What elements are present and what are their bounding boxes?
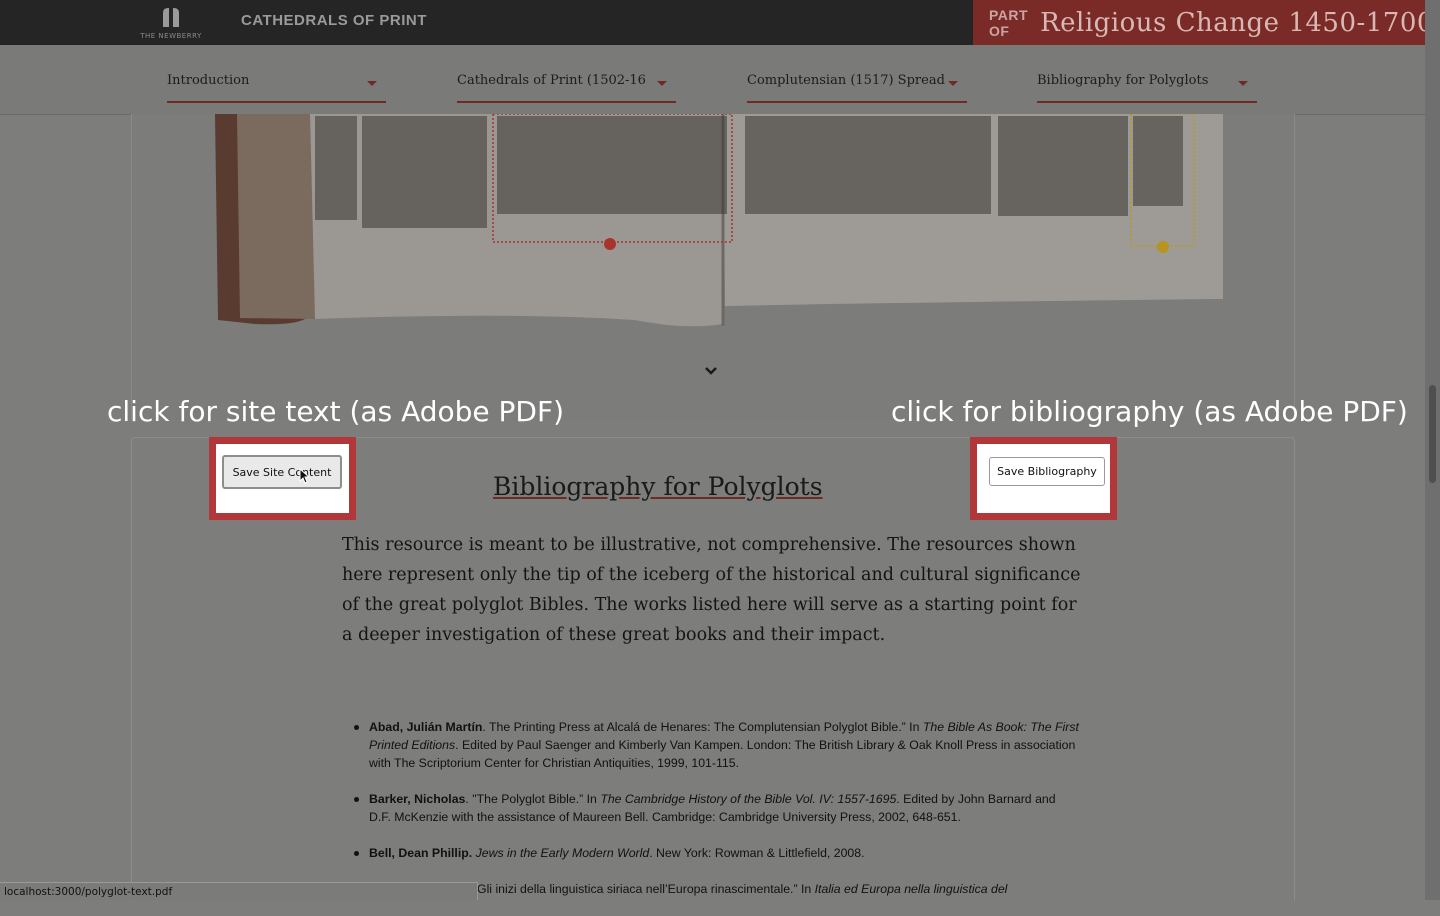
caret-down-icon [1238,81,1248,86]
scrollbar-thumb[interactable] [1429,385,1436,483]
bibliography-caption: click for bibliography (as Adobe PDF) [891,395,1408,428]
logo-text: THE NEWBERRY [140,32,202,40]
nav-dropdown-label: Bibliography for Polyglots [1037,73,1209,88]
entry-author: Abad, Julián Martín [369,720,483,734]
entry-text: . "The Polyglot Bible.” In [465,792,601,806]
entry-text: . The Printing Press at Alcalá de Henare… [482,720,923,734]
banner-prefix: PART OF [989,6,1029,39]
newberry-logo[interactable]: THE NEWBERRY [137,6,205,42]
entry-title: The Cambridge History of the Bible Vol. … [600,792,897,806]
mouse-cursor-icon [299,468,309,484]
entry-title: Italia ed Europa nella linguistica del [814,882,1008,896]
bibliography-entry: Abad, Julián Martín. The Printing Press … [342,718,1080,772]
bibliography-entry: Barker, Nicholas. "The Polyglot Bible.” … [342,790,1080,826]
caret-down-icon [657,81,667,86]
nav-dropdown-complutensian[interactable]: Complutensian (1517) Spread [747,67,967,103]
caret-down-icon [948,81,958,86]
chevron-down-icon[interactable] [704,364,718,378]
entry-text: Gli inizi della linguistica siriaca nell… [477,882,815,896]
site-text-caption: click for site text (as Adobe PDF) [107,395,565,428]
newberry-logo-icon [163,8,179,27]
caret-down-icon [367,81,377,86]
site-title[interactable]: CATHEDRALS OF PRINT [241,12,427,29]
nav-dropdown-bibliography[interactable]: Bibliography for Polyglots [1037,67,1257,103]
nav-dropdown-label: Introduction [167,73,250,88]
entry-author: Bell, Dean Phillip. [369,846,473,860]
browser-status-bar: localhost:3000/polyglot-text.pdf [0,882,478,900]
religious-change-banner[interactable]: PART OF Religious Change 1450-1700 [973,0,1433,45]
section-nav: Introduction Cathedrals of Print (1502-1… [0,45,1425,115]
entry-author: Barker, Nicholas [369,792,466,806]
entry-title: Jews in the Early Modern World [475,846,650,860]
polyglot-book-image[interactable] [215,114,1225,332]
save-bibliography-button[interactable]: Save Bibliography [989,457,1105,486]
entry-text: . Edited by Paul Saenger and Kimberly Va… [369,738,1076,770]
nav-dropdown-introduction[interactable]: Introduction [167,67,386,103]
page-title: Bibliography for Polyglots [493,472,823,501]
intro-paragraph: This resource is meant to be illustrativ… [342,535,1081,645]
banner-name: Religious Change 1450-1700 [1040,7,1434,38]
nav-dropdown-label: Complutensian (1517) Spread [747,73,945,88]
entry-text: . New York: Rowman & Littlefield, 2008. [649,846,865,860]
save-site-content-button[interactable]: Save Site Content [222,455,342,489]
bibliography-entry: Bell, Dean Phillip. Jews in the Early Mo… [342,844,1080,862]
nav-dropdown-label: Cathedrals of Print (1502-165... [457,73,647,88]
top-bar: THE NEWBERRY CATHEDRALS OF PRINT PART OF… [0,0,1440,45]
bibliography-entry: Gli inizi della linguistica siriaca nell… [450,880,1080,898]
nav-dropdown-cathedrals[interactable]: Cathedrals of Print (1502-165... [457,67,676,103]
